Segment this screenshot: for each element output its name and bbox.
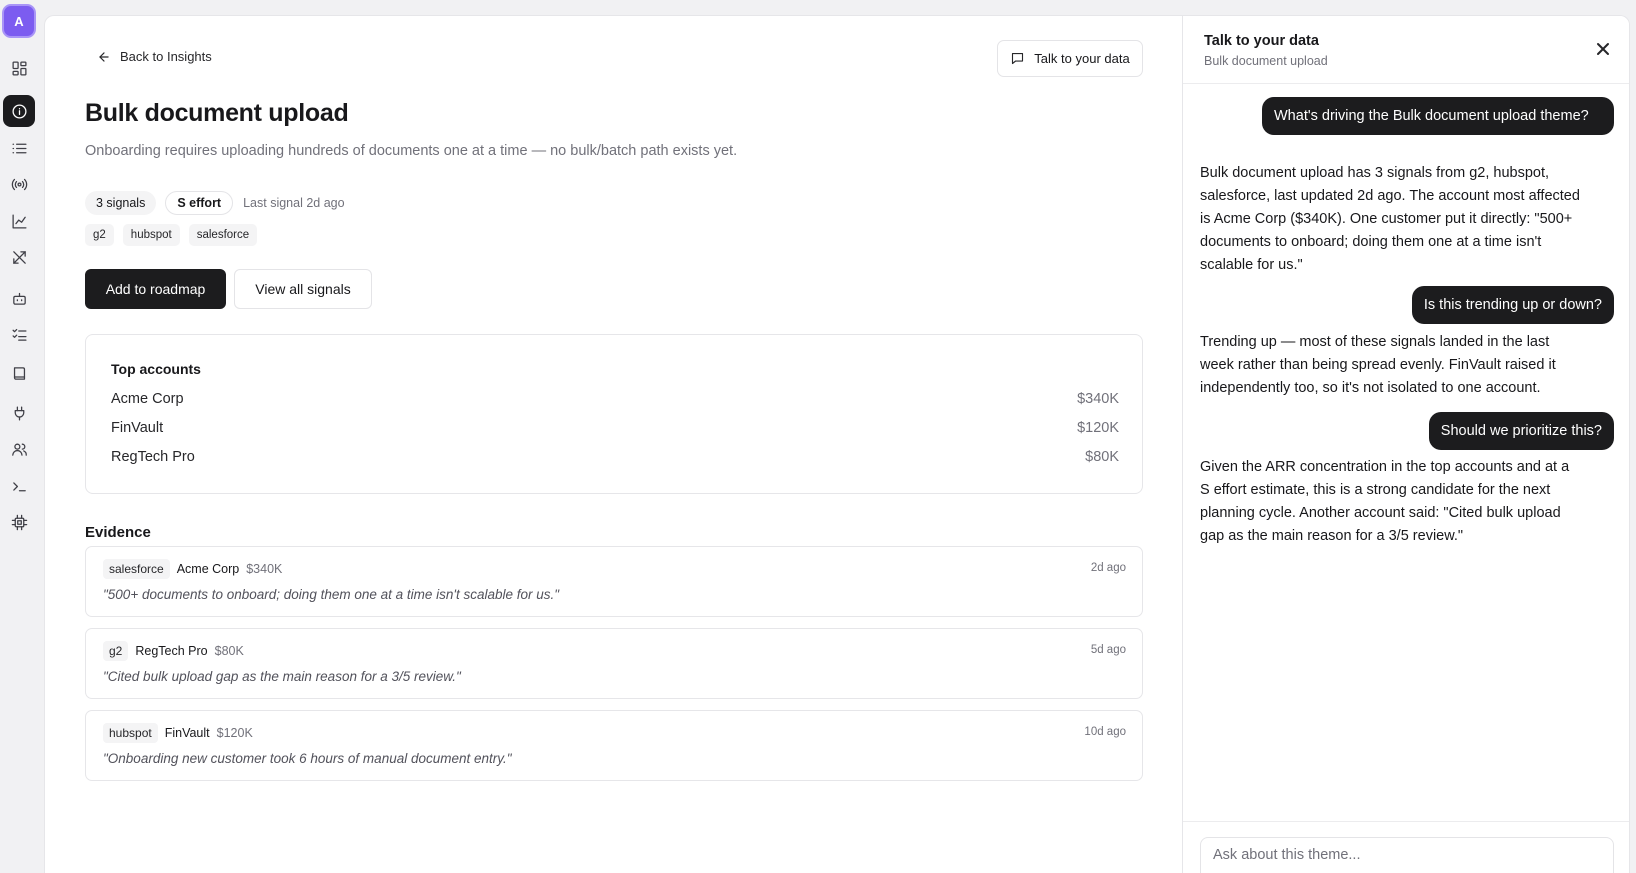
account-name: FinVault [111, 420, 164, 436]
account-arr: $340K [1077, 391, 1119, 407]
account-row: RegTech Pro $80K [111, 449, 1119, 465]
user-message: Should we prioritize this? [1428, 412, 1614, 450]
account-row: Acme Corp $340K [111, 391, 1119, 407]
page-title: Bulk document upload [85, 99, 349, 127]
evidence-header: g2 RegTech Pro $80K [103, 641, 244, 661]
back-to-insights-link[interactable]: Back to Insights [97, 49, 212, 64]
evidence-quote: "Onboarding new customer took 6 hours of… [103, 751, 512, 766]
last-signal-text: Last signal 2d ago [243, 196, 345, 210]
evidence-time: 10d ago [1084, 726, 1126, 738]
evidence-account: FinVault [164, 726, 210, 740]
account-arr: $80K [1085, 449, 1119, 465]
talk-button-label: Talk to your data [1034, 51, 1130, 66]
top-accounts-card: Top accounts Acme Corp $340K FinVault $1… [85, 334, 1143, 494]
account-arr: $120K [1077, 420, 1119, 436]
evidence-header: salesforce Acme Corp $340K [103, 559, 282, 579]
user-message: Is this trending up or down? [1411, 286, 1614, 324]
signals-count-badge: 3 signals [85, 191, 157, 215]
list-icon[interactable] [3, 132, 35, 164]
theme-detail: Back to Insights Talk to your data Bulk … [45, 16, 1182, 873]
evidence-source: g2 [103, 641, 129, 661]
source-tag: hubspot [122, 224, 180, 246]
source-tags: g2 hubspot salesforce [85, 224, 258, 246]
top-accounts-title: Top accounts [111, 361, 201, 377]
evidence-title: Evidence [85, 524, 151, 541]
evidence-time: 5d ago [1090, 644, 1126, 656]
evidence-item[interactable]: salesforce Acme Corp $340K 2d ago "500+ … [85, 546, 1143, 617]
evidence-arr: $120K [216, 726, 253, 740]
evidence-header: hubspot FinVault $120K [103, 723, 253, 743]
chat-bubble-icon [1012, 52, 1024, 65]
evidence-arr: $340K [246, 562, 283, 576]
account-row: FinVault $120K [111, 420, 1119, 436]
users-icon[interactable] [3, 433, 35, 465]
evidence-item[interactable]: hubspot FinVault $120K 10d ago "Onboardi… [85, 710, 1143, 781]
evidence-arr: $80K [214, 644, 244, 658]
evidence-account: RegTech Pro [135, 644, 208, 658]
signal-icon[interactable] [3, 168, 35, 200]
book-icon[interactable] [3, 357, 35, 389]
assistant-message: Bulk document upload has 3 signals from … [1200, 165, 1580, 273]
checklist-icon[interactable] [3, 318, 35, 350]
bot-icon[interactable] [3, 282, 35, 314]
effort-badge: S effort [165, 191, 234, 215]
talk-to-data-button[interactable]: Talk to your data [997, 40, 1143, 77]
tools-icon[interactable] [3, 241, 35, 273]
chat-panel: Talk to your data Bulk document upload W… [1182, 16, 1629, 873]
info-icon[interactable] [3, 95, 35, 127]
plug-icon[interactable] [3, 397, 35, 429]
chart-line-icon[interactable] [3, 205, 35, 237]
workspace-avatar[interactable]: A [2, 4, 36, 38]
chat-panel-subtitle: Bulk document upload [1204, 54, 1328, 68]
evidence-time: 2d ago [1090, 562, 1126, 574]
evidence-item[interactable]: g2 RegTech Pro $80K 5d ago "Cited bulk u… [85, 628, 1143, 699]
chip-icon[interactable] [3, 506, 35, 538]
app-shell: Back to Insights Talk to your data Bulk … [44, 15, 1630, 873]
chat-input[interactable] [1200, 837, 1614, 873]
evidence-quote: "500+ documents to onboard; doing them o… [103, 587, 560, 602]
theme-meta: 3 signals S effort Last signal 2d ago [85, 191, 345, 215]
chat-panel-header: Talk to your data Bulk document upload [1183, 16, 1629, 84]
chat-panel-title: Talk to your data [1204, 33, 1319, 49]
add-to-roadmap-button[interactable]: Add to roadmap [85, 269, 226, 309]
assistant-message: Given the ARR concentration in the top a… [1200, 459, 1570, 544]
arrow-left-icon [99, 51, 109, 62]
back-link-label: Back to Insights [120, 49, 212, 64]
source-tag: salesforce [188, 224, 258, 246]
close-icon[interactable] [1596, 42, 1610, 56]
chat-composer [1183, 821, 1629, 873]
icon-rail: A [0, 0, 44, 873]
assistant-message: Trending up — most of these signals land… [1200, 334, 1556, 396]
user-message: What's driving the Bulk document upload … [1262, 97, 1614, 135]
theme-description: Onboarding requires uploading hundreds o… [85, 143, 738, 159]
evidence-quote: "Cited bulk upload gap as the main reaso… [103, 669, 461, 684]
grid-icon[interactable] [3, 52, 35, 84]
account-name: Acme Corp [111, 391, 184, 407]
terminal-icon[interactable] [3, 470, 35, 502]
evidence-source: hubspot [103, 723, 158, 743]
evidence-account: Acme Corp [176, 562, 240, 576]
source-tag: g2 [85, 224, 114, 246]
view-all-signals-button[interactable]: View all signals [234, 269, 372, 309]
evidence-source: salesforce [103, 559, 170, 579]
account-name: RegTech Pro [111, 449, 195, 465]
